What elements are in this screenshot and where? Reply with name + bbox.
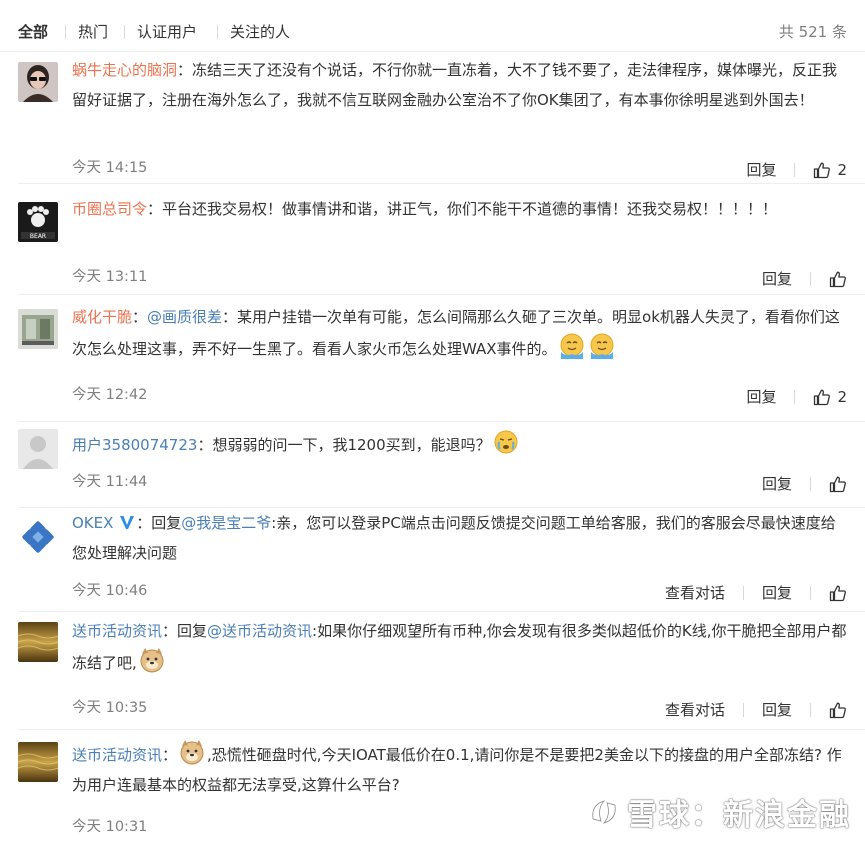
comment-username[interactable]: 用户3580074723 [72,436,197,454]
like-count: 2 [837,388,847,406]
tab-hot[interactable]: 热门 [78,21,108,43]
doge-emoji-icon [180,740,204,765]
comment-divider [18,729,865,730]
comment-reply-prefix: ： [162,746,178,764]
like-button[interactable] [829,584,847,602]
doge-emoji-icon [140,648,164,673]
action-divider [810,477,811,491]
tab-divider [65,25,66,39]
thumbs-up-icon [829,271,846,288]
action-divider [810,703,811,717]
action-divider [810,272,811,286]
like-button[interactable] [829,270,847,288]
comment-reply-prefix: ：回复 [136,514,182,532]
reply-button[interactable]: 回复 [746,160,776,180]
svg-text:BEAR: BEAR [30,233,46,240]
comment-time: 今天 13:11 [72,269,148,285]
reply-button[interactable]: 回复 [762,269,792,289]
action-divider [810,586,811,600]
comment-actions: 回复 [762,474,847,494]
crying-face-emoji-icon [494,430,518,454]
tab-divider [217,25,218,39]
action-divider [794,163,796,177]
sweat-smile-emoji-icon [590,333,614,359]
comment-total-count: 共 521 条 [778,23,847,41]
comment-reply-prefix: ：回复 [162,622,208,640]
comment-divider [18,421,865,422]
comment-text: 威化干脆：@画质很差：某用户挂错一次单有可能，怎么间隔那么久砸了三次单。明显ok… [72,302,847,364]
thumbs-up-icon [829,702,846,719]
tab-following[interactable]: 关注的人 [230,21,290,43]
thumbs-up-icon [814,389,831,406]
comment-actions: 回复 2 [746,387,847,407]
reply-button[interactable]: 回复 [762,474,792,494]
view-conversation-button[interactable]: 查看对话 [665,700,725,720]
verified-v-icon [120,516,135,529]
comment-text: 币圈总司令：平台还我交易权！做事情讲和谐，讲正气，你们不能干不道德的事情！还我交… [72,194,847,224]
watermark-text: 雪球：新浪金融 [627,798,851,833]
comment-time: 今天 10:35 [72,700,148,716]
sweat-smile-emoji-icon [560,333,584,359]
comment-divider [18,611,865,612]
tab-verified-users[interactable]: 认证用户 [137,21,197,43]
comment-separator: ： [132,308,148,326]
reply-button[interactable]: 回复 [762,583,792,603]
avatar[interactable] [18,742,58,782]
comment-username[interactable]: 送币活动资讯 [72,746,162,764]
comment-username[interactable]: 威化干脆 [72,308,132,326]
comment-actions: 回复 2 [746,160,847,180]
comment-mention[interactable]: @画质很差 [147,308,222,326]
comment-filter-tabs: 全部 热门 认证用户 关注的人 共 521 条 [0,0,865,62]
comment-divider [18,183,865,184]
view-conversation-button[interactable]: 查看对话 [665,583,725,603]
comment-actions: 查看对话 回复 [665,700,847,720]
like-button[interactable] [829,701,847,719]
comment-time: 今天 10:46 [72,583,148,599]
comment-actions: 回复 [762,269,847,289]
comment-username[interactable]: 币圈总司令 [72,200,147,218]
action-divider [742,703,744,717]
comment-text: 用户3580074723：想弱弱的问一下，我1200买到，能退吗？ [72,428,847,460]
comment-text: 蜗牛走心的脑洞：冻结三天了还没有个说话，不行你就一直冻着，大不了钱不要了，走法律… [72,55,847,115]
xueqiu-logo-icon [592,800,616,824]
comment-username[interactable]: 送币活动资讯 [72,622,162,640]
like-button[interactable]: 2 [813,160,847,180]
action-divider [742,586,744,600]
tab-divider [124,25,125,39]
action-divider [794,390,796,404]
thumbs-up-icon [814,162,831,179]
comment-username[interactable]: 蜗牛走心的脑洞 [72,61,177,79]
like-count: 2 [837,161,847,179]
comment-time: 今天 10:31 [72,819,148,835]
avatar[interactable] [18,516,58,556]
comment-body: ：冻结三天了还没有个说话，不行你就一直冻着，大不了钱不要了，走法律程序，媒体曝光… [72,61,838,109]
comment-time: 今天 12:42 [72,387,148,403]
comment-body: ：想弱弱的问一下，我1200买到，能退吗？ [197,436,491,454]
comment-text: 送币活动资讯：回复@送币活动资讯:如果你仔细观望所有币种,你会发现有很多类似超低… [72,616,847,678]
comment-time: 今天 14:15 [72,160,148,176]
avatar[interactable] [18,62,58,102]
comment-text: OKEX ：回复@我是宝二爷:亲，您可以登录PC端点击问题反馈提交问题工单给客服… [72,508,847,568]
thumbs-up-icon [829,476,846,493]
comment-mention[interactable]: @送币活动资讯 [207,622,312,640]
avatar[interactable] [18,622,58,662]
thumbs-up-icon [829,585,846,602]
xueqiu-watermark: 雪球：新浪金融 [587,790,851,834]
comment-divider [18,294,865,295]
tabs-divider [0,51,865,52]
tab-all[interactable]: 全部 [18,21,48,43]
comment-body: ：平台还我交易权！做事情讲和谐，讲正气，你们不能干不道德的事情！还我交易权！！！… [147,200,778,218]
avatar[interactable] [18,309,58,349]
avatar[interactable] [18,429,58,469]
like-button[interactable]: 2 [813,387,847,407]
comment-actions: 查看对话 回复 [665,583,847,603]
reply-button[interactable]: 回复 [762,700,792,720]
avatar[interactable]: BEAR [18,202,58,242]
comment-mention[interactable]: @我是宝二爷 [181,514,271,532]
like-button[interactable] [829,475,847,493]
comment-username[interactable]: OKEX [72,514,113,532]
comment-time: 今天 11:44 [72,474,148,490]
reply-button[interactable]: 回复 [746,387,776,407]
